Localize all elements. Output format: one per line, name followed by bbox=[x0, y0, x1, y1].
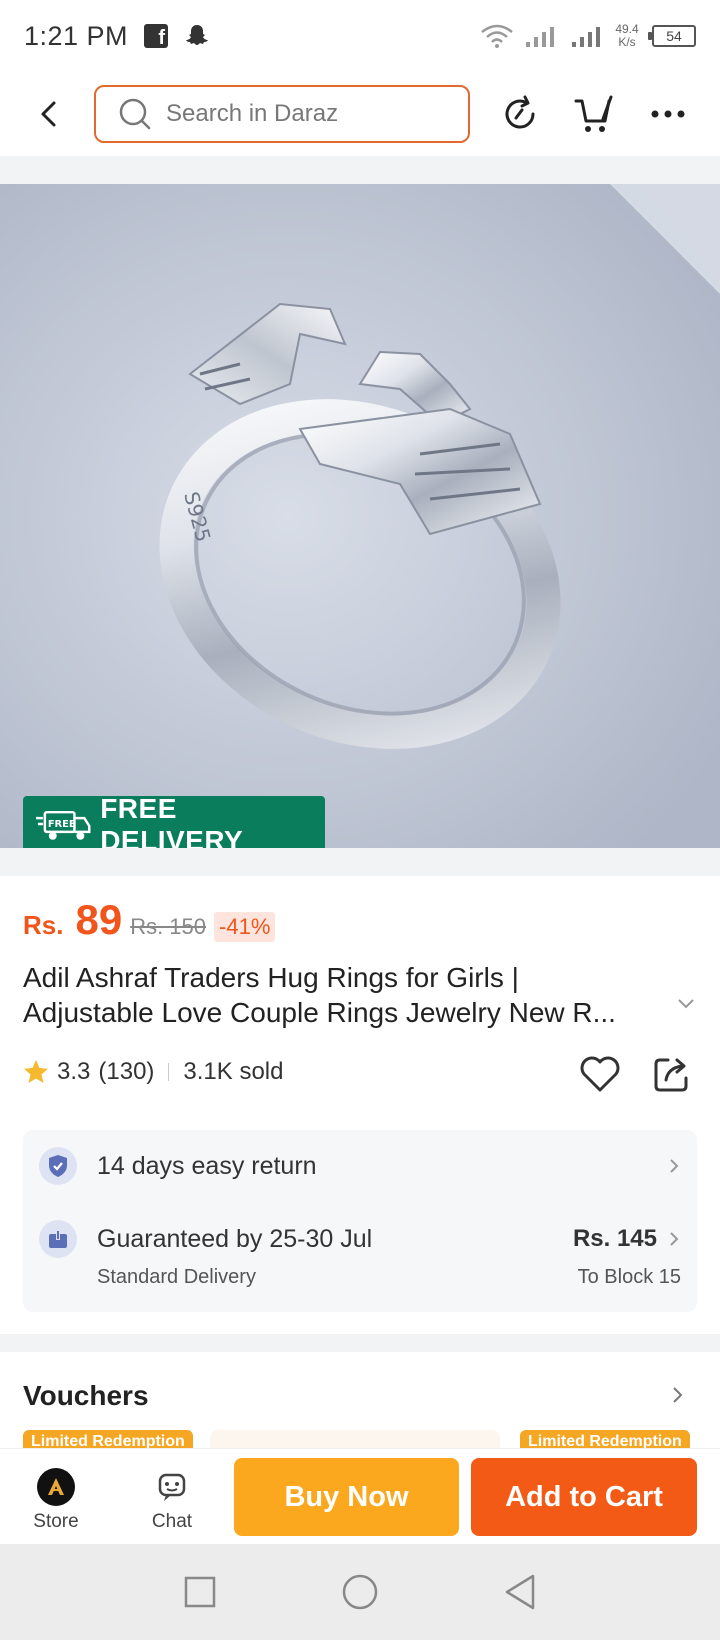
status-bar: 1:21 PM f 49.4 K/s 54 bbox=[0, 0, 720, 72]
share-button[interactable] bbox=[650, 1052, 694, 1096]
square-icon bbox=[184, 1576, 216, 1608]
wishlist-button[interactable] bbox=[578, 1052, 622, 1096]
search-placeholder: Search in Daraz bbox=[166, 100, 339, 127]
search-input[interactable]: Search in Daraz bbox=[94, 85, 470, 143]
rating-row[interactable]: 3.3 (130) 3.1K sold bbox=[23, 1058, 283, 1086]
more-dots-icon bbox=[651, 110, 685, 118]
add-to-cart-button[interactable]: Add to Cart bbox=[471, 1458, 697, 1536]
share-icon bbox=[654, 1058, 688, 1092]
network-speed: 49.4 K/s bbox=[612, 23, 642, 49]
chat-button[interactable]: Chat bbox=[132, 1467, 212, 1533]
delivery-box-icon bbox=[39, 1220, 77, 1258]
product-title[interactable]: Adil Ashraf Traders Hug Rings for Girls … bbox=[23, 960, 663, 1030]
review-count: (130) bbox=[98, 1058, 155, 1085]
product-image[interactable]: S925 FREE FREE DELIVERY bbox=[0, 184, 720, 848]
service-card: 14 days easy return Guaranteed by 25-30 … bbox=[23, 1130, 697, 1312]
back-button[interactable] bbox=[24, 89, 74, 139]
rating-value: 3.3 bbox=[57, 1058, 91, 1085]
store-logo-icon bbox=[37, 1468, 75, 1506]
expand-title-chevron-icon[interactable] bbox=[676, 996, 696, 1010]
free-delivery-truck-icon: FREE bbox=[35, 810, 91, 840]
store-label: Store bbox=[33, 1511, 79, 1532]
vouchers-section[interactable]: Vouchers Limited Redemption Limited Rede… bbox=[0, 1352, 720, 1448]
recents-button[interactable] bbox=[178, 1570, 222, 1614]
battery-icon: 54 bbox=[648, 25, 696, 47]
history-button[interactable] bbox=[496, 90, 544, 138]
product-title-line-1: Adil Ashraf Traders Hug Rings for Girls … bbox=[23, 962, 519, 993]
back-arrow-icon bbox=[41, 101, 56, 127]
chevron-right-icon bbox=[670, 1232, 679, 1246]
discount-badge: -41% bbox=[214, 912, 276, 942]
star-icon bbox=[24, 1060, 48, 1083]
delivery-location: To Block 15 bbox=[577, 1266, 681, 1288]
signal-icon-2 bbox=[572, 27, 600, 47]
heart-icon bbox=[580, 1056, 620, 1092]
search-icon bbox=[119, 98, 151, 130]
delivery-row[interactable]: Guaranteed by 25-30 Jul Rs. 145 Standard… bbox=[39, 1220, 681, 1289]
ring-illustration: S925 bbox=[0, 184, 720, 848]
history-icon bbox=[505, 95, 535, 129]
back-nav-button[interactable] bbox=[498, 1570, 542, 1614]
chevron-right-icon bbox=[670, 1159, 679, 1173]
voucher-tag-left: Limited Redemption bbox=[23, 1430, 193, 1448]
delivery-type: Standard Delivery bbox=[97, 1266, 256, 1288]
original-price: Rs. 150 bbox=[130, 914, 207, 939]
delivery-price: Rs. 145 bbox=[572, 1225, 657, 1252]
price-currency: Rs. bbox=[23, 910, 64, 940]
status-time: 1:21 PM bbox=[24, 20, 129, 51]
circle-icon bbox=[342, 1574, 378, 1610]
return-policy-row[interactable]: 14 days easy return bbox=[39, 1146, 681, 1186]
store-button[interactable]: Store bbox=[16, 1467, 96, 1533]
product-title-line-2: Adjustable Love Couple Rings Jewelry New… bbox=[23, 997, 616, 1028]
bottom-action-bar: Store Chat Buy Now Add to Cart bbox=[0, 1448, 720, 1544]
chevron-right-icon bbox=[673, 1387, 683, 1403]
cart-button[interactable] bbox=[570, 90, 618, 138]
more-options-button[interactable] bbox=[644, 90, 692, 138]
facebook-icon: f bbox=[144, 24, 169, 48]
product-info: Rs. 89 Rs. 150 -41% Adil Ashraf Traders … bbox=[0, 876, 720, 1334]
home-button[interactable] bbox=[338, 1570, 382, 1614]
snapchat-icon bbox=[186, 25, 209, 45]
sold-count: 3.1K sold bbox=[183, 1058, 284, 1085]
voucher-tag-right: Limited Redemption bbox=[520, 1430, 690, 1448]
free-delivery-badge: FREE FREE DELIVERY bbox=[23, 793, 325, 848]
triangle-back-icon bbox=[505, 1574, 535, 1610]
return-policy-text: 14 days easy return bbox=[97, 1151, 317, 1180]
top-header: Search in Daraz bbox=[0, 72, 720, 156]
voucher-card[interactable] bbox=[210, 1430, 500, 1448]
delivery-guarantee-text: Guaranteed by 25-30 Jul bbox=[97, 1224, 373, 1253]
free-truck-text: FREE bbox=[48, 819, 76, 830]
chat-label: Chat bbox=[151, 1511, 193, 1532]
wifi-icon bbox=[481, 24, 513, 48]
network-speed-unit: K/s bbox=[618, 35, 636, 49]
signal-icon bbox=[526, 27, 554, 47]
current-price: 89 bbox=[75, 896, 123, 943]
android-nav-bar bbox=[0, 1544, 720, 1640]
price-row: Rs. 89 Rs. 150 -41% bbox=[23, 896, 276, 944]
buy-now-button[interactable]: Buy Now bbox=[234, 1458, 459, 1536]
free-delivery-label: FREE DELIVERY bbox=[100, 793, 244, 848]
rating-divider bbox=[168, 1063, 170, 1081]
vouchers-title: Vouchers bbox=[23, 1380, 149, 1411]
shield-check-icon bbox=[39, 1147, 77, 1185]
chat-icon bbox=[158, 1473, 186, 1501]
cart-icon bbox=[574, 95, 613, 132]
